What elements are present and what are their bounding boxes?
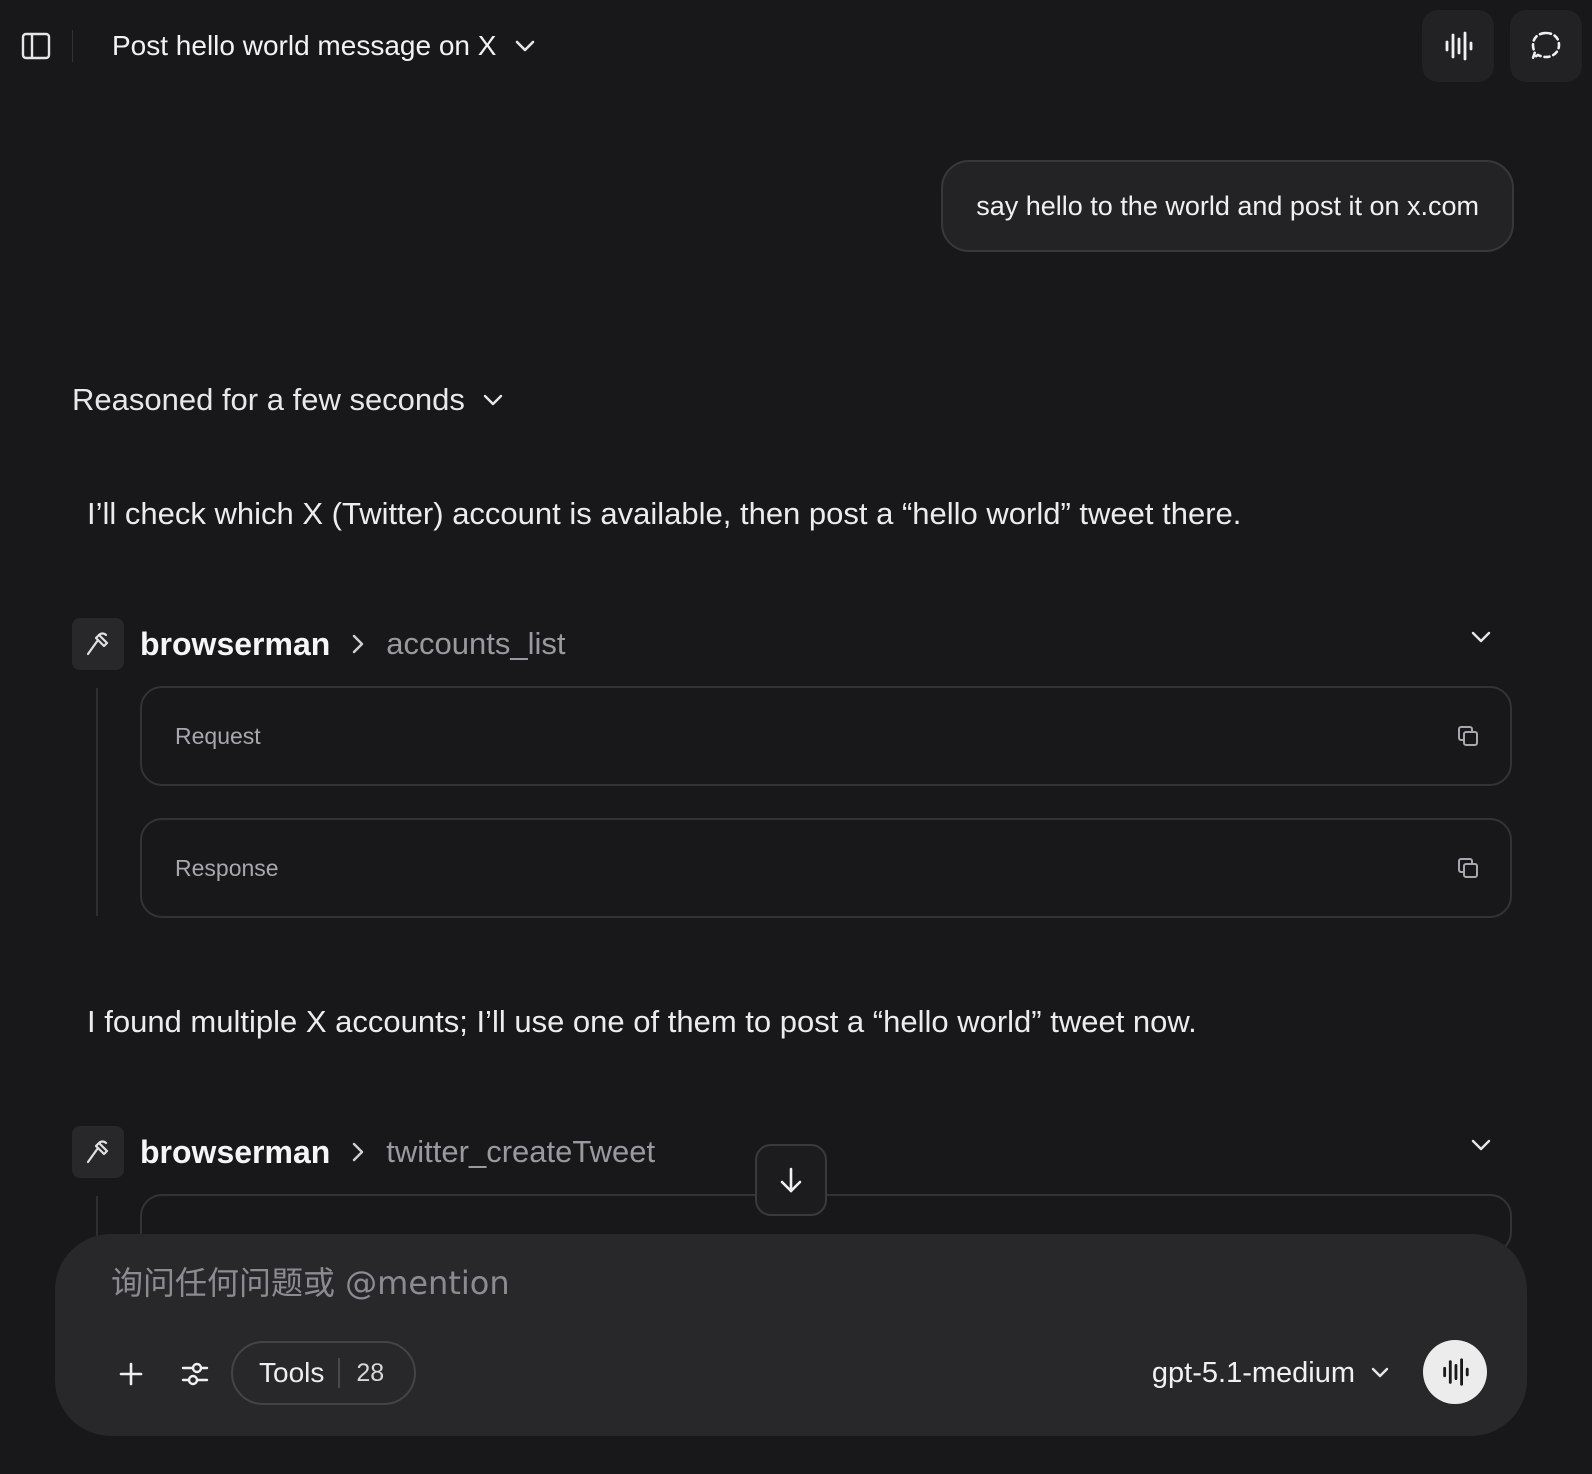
composer: Tools 28 gpt-5.1-medium xyxy=(55,1234,1527,1436)
chat-title-menu[interactable]: Post hello world message on X xyxy=(112,28,536,64)
chat-title: Post hello world message on X xyxy=(112,30,497,61)
plus-icon xyxy=(119,1362,143,1386)
tool-icon-box xyxy=(72,1126,124,1178)
tool-call-rail xyxy=(96,1196,98,1236)
sliders-icon xyxy=(181,1362,209,1386)
tool-expand-button[interactable] xyxy=(1470,1138,1492,1157)
request-label: Request xyxy=(175,722,261,749)
chevron-down-icon xyxy=(516,40,535,52)
tools-count: 28 xyxy=(356,1358,385,1387)
model-selector[interactable]: gpt-5.1-medium xyxy=(1152,1348,1389,1398)
sidebar-toggle-button[interactable] xyxy=(18,28,54,64)
waveform-icon xyxy=(1445,31,1473,61)
tool-expand-button[interactable] xyxy=(1470,630,1492,649)
chevron-right-icon xyxy=(352,634,364,654)
tools-divider xyxy=(338,1358,341,1388)
copy-icon xyxy=(1458,726,1478,746)
user-message-bubble: say hello to the world and post it on x.… xyxy=(941,160,1514,252)
chevron-right-icon xyxy=(352,1142,364,1162)
header-divider xyxy=(72,30,73,62)
chat-app: Post hello world message on X say hello … xyxy=(0,0,1592,1474)
chevron-down-icon xyxy=(1471,631,1491,643)
reasoning-label: Reasoned for a few seconds xyxy=(72,382,465,417)
message-input[interactable] xyxy=(111,1258,1471,1308)
assistant-message: I’ll check which X (Twitter) account is … xyxy=(87,496,1242,531)
chevron-down-icon xyxy=(483,394,503,406)
tool-call-header[interactable]: browserman accounts_list xyxy=(72,618,1512,670)
copy-response-button[interactable] xyxy=(1456,856,1480,886)
voice-mode-button[interactable] xyxy=(1422,10,1494,82)
tools-label: Tools xyxy=(259,1357,325,1388)
user-message-text: say hello to the world and post it on x.… xyxy=(976,190,1479,221)
arrow-down-icon xyxy=(780,1167,802,1193)
header: Post hello world message on X xyxy=(0,0,1592,92)
response-label: Response xyxy=(175,854,279,881)
copy-request-button[interactable] xyxy=(1456,724,1480,754)
tool-server-name: browserman xyxy=(140,1133,331,1170)
voice-input-button[interactable] xyxy=(1423,1340,1487,1404)
tool-response-box: Response xyxy=(140,818,1512,918)
tool-icon-box xyxy=(72,618,124,670)
chevron-down-icon xyxy=(1371,1367,1389,1378)
dashed-chat-bubble-icon xyxy=(1530,31,1561,61)
temporary-chat-button[interactable] xyxy=(1510,10,1582,82)
model-name: gpt-5.1-medium xyxy=(1151,1356,1355,1389)
tools-button[interactable]: Tools 28 xyxy=(231,1341,417,1405)
options-button[interactable] xyxy=(171,1350,219,1398)
tool-server-name: browserman xyxy=(140,625,331,662)
copy-icon xyxy=(1458,858,1478,878)
waveform-icon xyxy=(1443,1358,1469,1386)
tool-request-box: Request xyxy=(140,686,1512,786)
hammer-icon xyxy=(86,1140,109,1164)
tool-function-name: twitter_createTweet xyxy=(386,1134,656,1169)
scroll-to-bottom-button[interactable] xyxy=(755,1144,827,1216)
tool-function-name: accounts_list xyxy=(386,626,566,661)
assistant-message: I found multiple X accounts; I’ll use on… xyxy=(87,1004,1197,1039)
reasoning-toggle[interactable]: Reasoned for a few seconds xyxy=(72,382,503,418)
tool-call-rail xyxy=(96,688,98,916)
chevron-down-icon xyxy=(1471,1139,1491,1151)
sidebar-panel-icon xyxy=(21,32,51,60)
add-attachment-button[interactable] xyxy=(107,1350,155,1398)
hammer-icon xyxy=(86,632,109,656)
